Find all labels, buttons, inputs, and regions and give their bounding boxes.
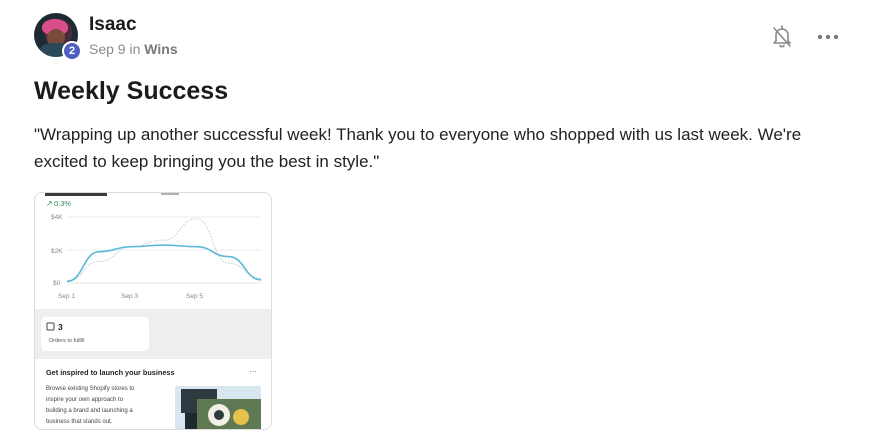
- post-title: Weekly Success: [34, 77, 229, 105]
- post-body: "Wrapping up another successful week! Th…: [34, 125, 802, 171]
- post-in-word: in: [129, 41, 141, 57]
- author-avatar[interactable]: 2: [34, 13, 82, 61]
- promo-line: building a brand and launching a: [46, 408, 133, 414]
- bell-off-icon: [773, 25, 791, 48]
- more-horizontal-icon: [817, 34, 839, 40]
- orders-count: 3: [58, 322, 63, 332]
- y-tick-label: $4K: [51, 214, 63, 221]
- post-category[interactable]: Wins: [144, 41, 177, 57]
- post-meta: Sep 9 in Wins: [89, 41, 178, 57]
- promo-line: inspire your own approach to: [46, 397, 124, 403]
- promo-line: Browse existing Shopify stores to: [46, 386, 135, 392]
- promo-title: Get inspired to launch your business: [46, 368, 175, 377]
- author-name[interactable]: Isaac: [89, 14, 137, 36]
- attachment-screenshot: ↗ 0.3% $4K $2K $0 Sep 1 Sep 3 Sep 5 3 Or…: [35, 193, 271, 429]
- y-tick-label: $0: [53, 280, 61, 287]
- orders-label: Orders to fulfill: [49, 338, 84, 344]
- post-card: 2 Isaac Sep 9 in Wins Weekly Success "Wr…: [0, 0, 886, 440]
- chart-change-value: 0.3%: [54, 199, 71, 208]
- more-options-button[interactable]: [815, 27, 841, 47]
- x-tick-label: Sep 1: [58, 293, 75, 300]
- post-image-attachment[interactable]: ↗ 0.3% $4K $2K $0 Sep 1 Sep 3 Sep 5 3 Or…: [34, 192, 272, 430]
- level-badge: 2: [62, 41, 82, 61]
- x-tick-label: Sep 5: [186, 293, 203, 300]
- promo-image: [175, 386, 261, 429]
- y-tick-label: $2K: [51, 248, 63, 255]
- x-tick-label: Sep 3: [121, 293, 138, 300]
- post-date: Sep 9: [89, 41, 126, 57]
- promo-more-icon[interactable]: ···: [249, 367, 257, 376]
- notifications-toggle-button[interactable]: [770, 24, 794, 50]
- change-arrow-icon: ↗: [46, 199, 53, 208]
- promo-line: business that stands out.: [46, 419, 113, 425]
